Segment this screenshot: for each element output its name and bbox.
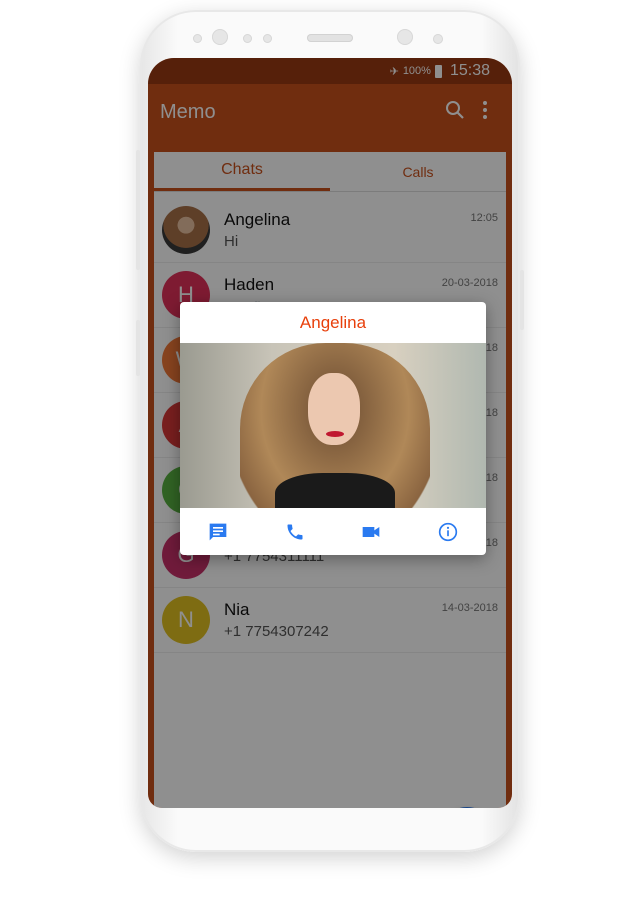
message-button[interactable] — [198, 514, 238, 550]
sensor-dot — [263, 34, 272, 43]
power-button — [520, 270, 524, 330]
dialog-contact-name: Angelina — [299, 312, 367, 332]
sensor-dot — [433, 34, 443, 44]
sensor-dot — [193, 34, 202, 43]
call-button[interactable] — [275, 514, 315, 550]
dialog-actions — [180, 508, 486, 555]
earpiece-speaker — [307, 34, 353, 42]
sensor-dot — [243, 34, 252, 43]
contact-info-button[interactable] — [428, 514, 468, 550]
contact-quick-view-dialog: Angelina — [180, 302, 486, 555]
bixby-button — [136, 320, 140, 376]
iris-camera — [397, 29, 413, 45]
videocam-icon — [362, 526, 380, 537]
phone-icon — [287, 524, 303, 539]
front-camera — [212, 29, 228, 45]
contact-photo — [180, 343, 486, 508]
volume-button — [136, 150, 140, 270]
info-icon — [438, 522, 457, 541]
message-icon — [209, 523, 227, 540]
video-call-button[interactable] — [351, 514, 391, 550]
